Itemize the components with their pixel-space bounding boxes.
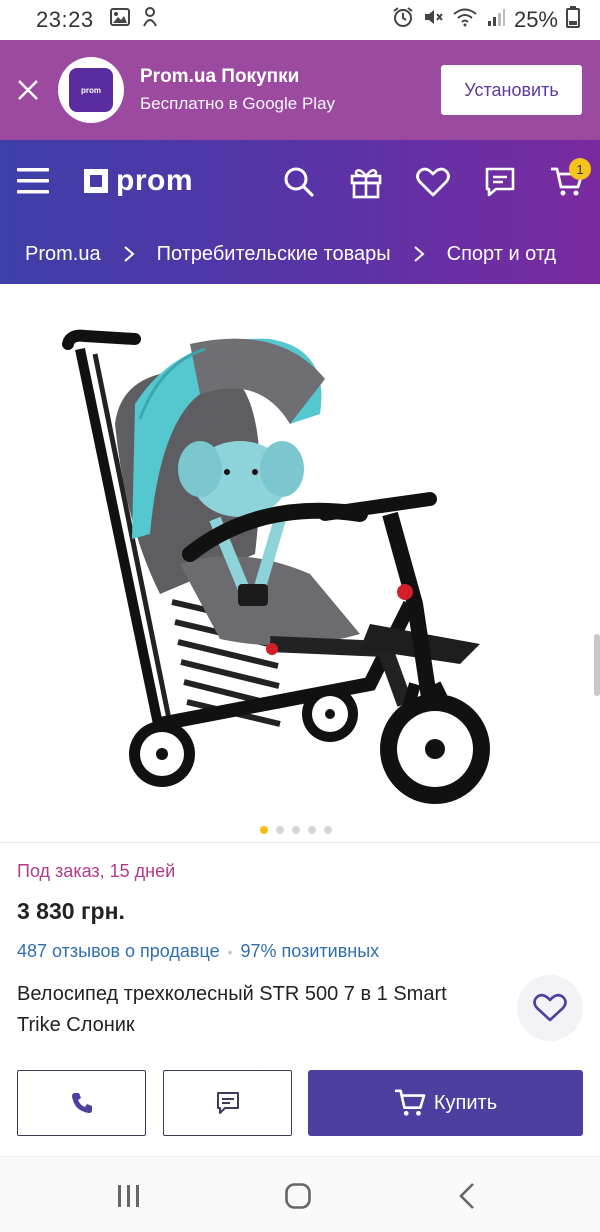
app-subtitle: Бесплатно в Google Play	[140, 94, 336, 113]
status-right: 25%	[392, 6, 580, 34]
app-logo-text: prom	[69, 68, 113, 112]
system-navigation-bar	[0, 1156, 600, 1232]
chevron-right-icon	[413, 245, 425, 263]
product-price: 3 830 грн.	[17, 898, 125, 924]
battery-percent: 25%	[513, 7, 558, 32]
buy-button[interactable]: Купить	[308, 1070, 583, 1136]
back-button[interactable]	[450, 1181, 484, 1211]
scroll-thumb[interactable]	[594, 634, 600, 696]
prom-logo[interactable]: prom	[84, 164, 193, 198]
search-button[interactable]	[281, 164, 317, 200]
search-icon	[284, 167, 314, 197]
gallery-pagination	[256, 820, 336, 840]
breadcrumb-item[interactable]: Потребительские товары	[157, 243, 391, 266]
phone-icon	[71, 1093, 92, 1113]
gallery-dot[interactable]	[292, 826, 300, 834]
gallery-dot[interactable]	[308, 826, 316, 834]
buy-button-label: Купить	[433, 1091, 498, 1114]
gallery-dot[interactable]	[324, 826, 332, 834]
breadcrumb-item[interactable]: Prom.ua	[25, 243, 101, 266]
close-icon	[18, 80, 38, 100]
back-icon	[459, 1183, 474, 1209]
seller-reviews-link[interactable]: 487 отзывов о продавце	[17, 941, 220, 962]
gift-icon	[350, 169, 382, 199]
home-button[interactable]	[281, 1181, 315, 1211]
app-install-banner: prom Prom.ua Покупки Бесплатно в Google …	[0, 40, 600, 140]
cart-button[interactable]: 1	[549, 158, 591, 200]
wifi-icon	[452, 7, 478, 33]
message-seller-button[interactable]	[163, 1070, 292, 1136]
availability-status: Под заказ, 15 дней	[17, 861, 176, 881]
product-gallery[interactable]	[0, 284, 600, 844]
recent-apps-button[interactable]	[112, 1181, 146, 1211]
logo-square	[84, 169, 108, 193]
status-time: 23:23	[36, 7, 94, 32]
battery-icon	[566, 6, 580, 34]
seller-rating: 487 отзывов о продавце • 97% позитивных	[17, 941, 379, 962]
favorites-button[interactable]	[415, 164, 451, 200]
signal-icon	[486, 7, 506, 33]
cart-count-badge: 1	[569, 158, 591, 180]
call-button[interactable]	[17, 1070, 146, 1136]
bullet-separator: •	[227, 943, 233, 960]
site-header: prom 1 Prom.ua Потребительские товары Сп…	[0, 140, 600, 284]
notification-icon	[140, 6, 160, 34]
cart-icon	[394, 1089, 426, 1116]
message-icon	[216, 1092, 239, 1114]
gift-button[interactable]	[348, 164, 384, 200]
logo-wordmark: prom	[116, 164, 193, 197]
positive-percentage[interactable]: 97% позитивных	[241, 941, 380, 962]
messages-icon	[485, 167, 515, 197]
bottom-action-bar: Купить	[0, 1052, 600, 1156]
home-icon	[285, 1183, 311, 1209]
breadcrumb: Prom.ua Потребительские товары Спорт и о…	[0, 224, 600, 284]
divider	[0, 842, 600, 843]
product-title: Велосипед трехколесный STR 500 7 в 1 Sma…	[17, 983, 447, 1036]
header-toolbar: prom 1	[0, 140, 600, 224]
add-to-favorites-button[interactable]	[517, 975, 583, 1041]
install-button[interactable]: Установить	[441, 65, 582, 115]
status-bar: 23:23 25%	[0, 0, 600, 40]
mute-icon	[422, 6, 444, 34]
heart-icon	[533, 993, 567, 1022]
gallery-icon	[109, 8, 130, 32]
gallery-dot[interactable]	[276, 826, 284, 834]
heart-icon	[416, 167, 450, 197]
app-logo: prom	[58, 57, 124, 123]
chevron-right-icon	[123, 245, 135, 263]
menu-button[interactable]	[16, 166, 50, 196]
close-banner-button[interactable]	[0, 40, 56, 140]
banner-texts: Prom.ua Покупки Бесплатно в Google Play	[140, 66, 335, 114]
screen: 23:23 25% prom Prom.ua Покупки Бесплатно…	[0, 0, 600, 1232]
alarm-icon	[392, 6, 414, 34]
menu-icon	[17, 168, 49, 194]
app-title: Prom.ua Покупки	[140, 66, 300, 87]
breadcrumb-item[interactable]: Спорт и отд	[447, 243, 556, 266]
messages-button[interactable]	[482, 164, 518, 200]
status-left-icons	[109, 6, 160, 34]
gallery-dot[interactable]	[260, 826, 268, 834]
product-image	[62, 329, 490, 804]
recent-apps-icon	[118, 1185, 139, 1207]
